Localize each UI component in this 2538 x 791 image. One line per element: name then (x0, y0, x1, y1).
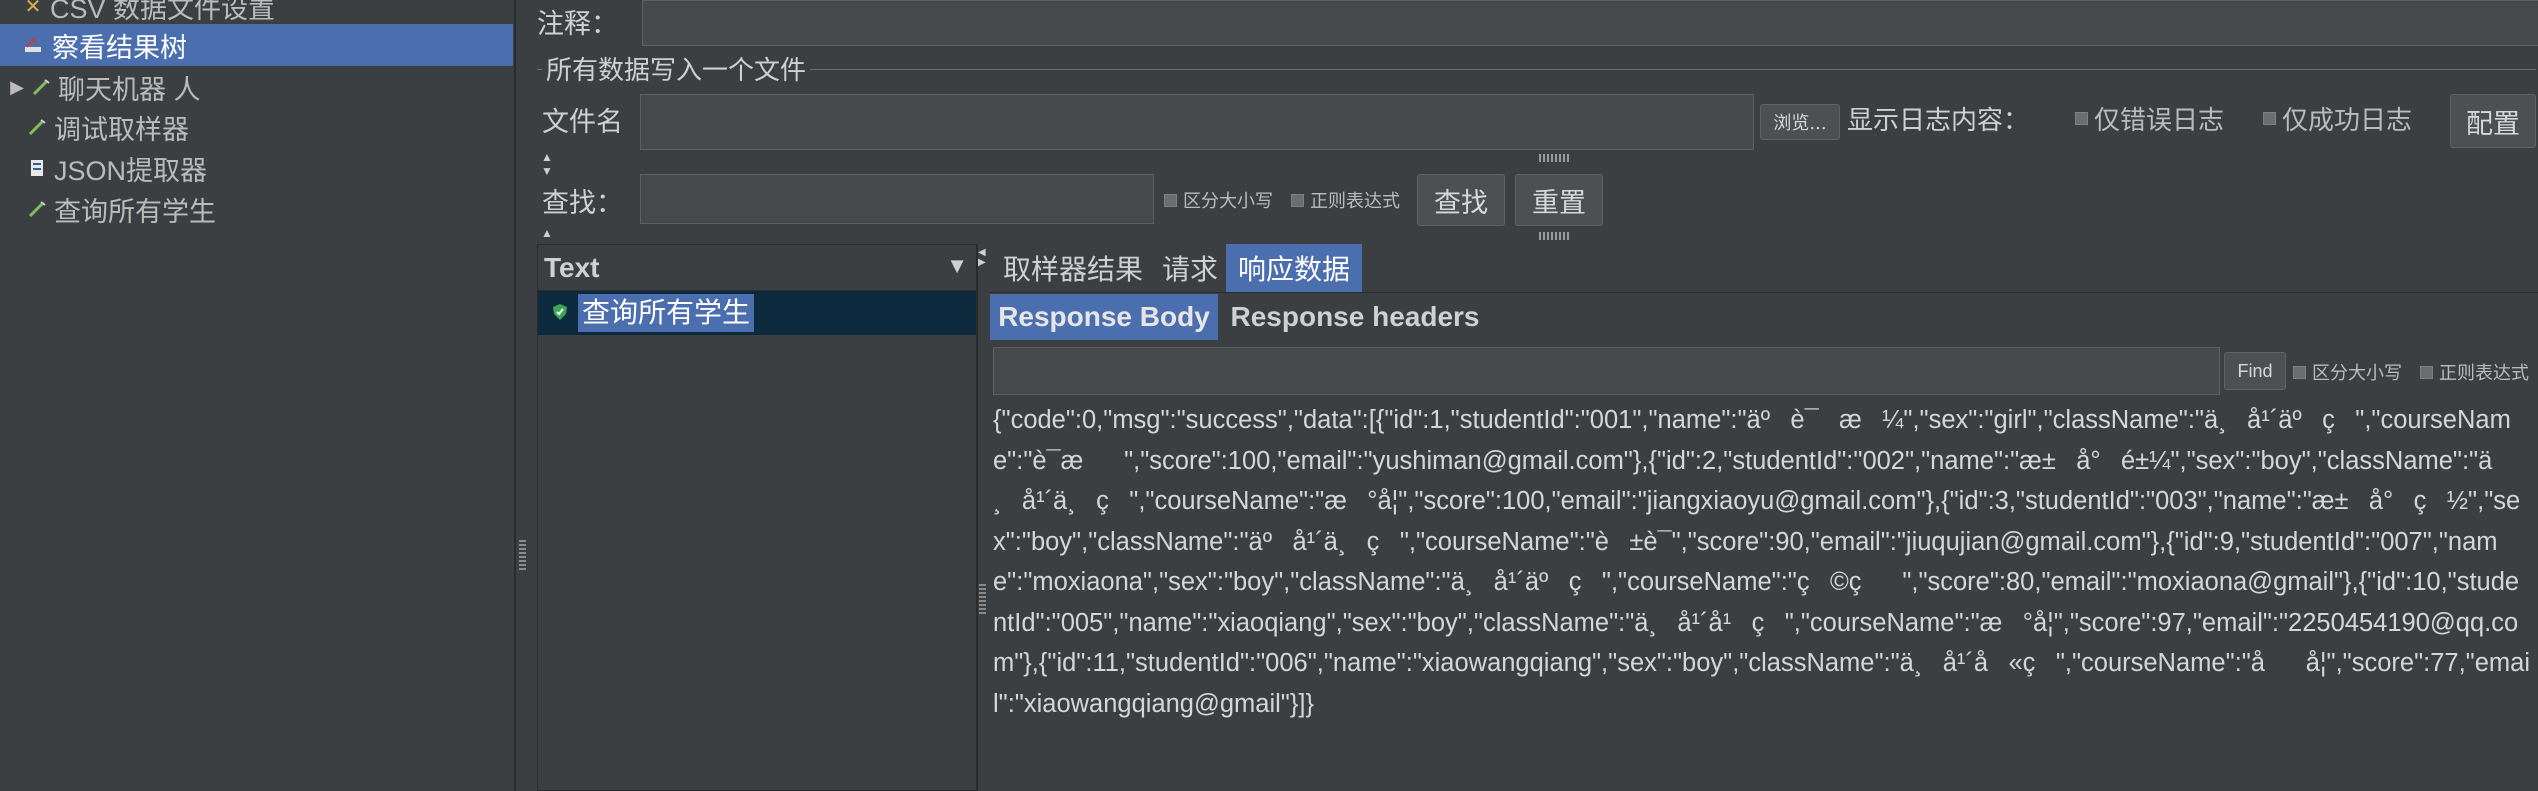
configure-button[interactable]: 配置 (2450, 94, 2536, 148)
filename-field[interactable] (640, 94, 1754, 150)
tree-item-label: JSON提取器 (54, 155, 208, 186)
search-label: 查找： (542, 188, 623, 219)
response-search-input[interactable] (993, 347, 2220, 395)
errors-only-checkbox[interactable]: 仅错误日志 (2075, 100, 2224, 137)
results-splitter[interactable]: ◀ ▶ (977, 244, 987, 791)
tab-response-data[interactable]: 响应数据 (1226, 244, 1362, 292)
find-button[interactable]: 查找 (1417, 174, 1505, 226)
comment-label: 注释： (537, 9, 618, 40)
regex-checkbox[interactable]: 正则表达式 (1291, 187, 1400, 213)
test-plan-tree: ✕ CSV 数据文件设置 察看结果树 ▶ 聊天机器 人 调试取样器 JSON提取… (0, 0, 515, 791)
csv-icon: ✕ (24, 0, 42, 18)
divider-grip[interactable] (1539, 154, 1569, 162)
tree-item-label: 调试取样器 (54, 114, 189, 145)
tab-sampler-result[interactable]: 取样器结果 (993, 246, 1153, 290)
response-regex-label: 正则表达式 (2439, 363, 2529, 384)
tab-response-body[interactable]: Response Body (990, 294, 1218, 340)
sampler-icon (30, 76, 52, 98)
collapse-arrows-icon[interactable]: ◀ ▶ (978, 248, 986, 268)
splitter-grip (979, 584, 986, 614)
expand-arrow-icon[interactable]: ▶ (10, 76, 24, 98)
tree-item-json-extractor[interactable]: JSON提取器 (26, 148, 207, 188)
comment-field[interactable] (642, 0, 2538, 46)
listener-icon (22, 34, 44, 56)
file-section-border (537, 69, 2536, 70)
errors-only-label: 仅错误日志 (2094, 106, 2225, 136)
tree-item-csv-data-set[interactable]: ✕ CSV 数据文件设置 (22, 0, 275, 26)
response-find-button[interactable]: Find (2224, 352, 2286, 390)
tree-item-label: 察看结果树 (50, 25, 189, 65)
file-section-title: 所有数据写入一个文件 (542, 50, 811, 87)
results-list-panel: Text ▼ 查询所有学生 (537, 244, 977, 791)
collapse-arrows-icon[interactable]: ▲ (541, 227, 553, 239)
success-only-label: 仅成功日志 (2282, 106, 2413, 136)
tab-response-headers[interactable]: Response headers (1222, 294, 1488, 340)
results-row-selected[interactable]: 查询所有学生 (538, 291, 976, 335)
success-only-checkbox[interactable]: 仅成功日志 (2263, 100, 2412, 137)
success-shield-icon (552, 303, 568, 326)
extractor-icon (26, 157, 48, 179)
checkbox-box (1291, 193, 1304, 207)
reset-button[interactable]: 重置 (1515, 174, 1603, 226)
response-regex-checkbox[interactable]: 正则表达式 (2420, 359, 2529, 385)
main-splitter[interactable] (515, 0, 529, 791)
tree-item-label: CSV 数据文件设置 (50, 0, 276, 24)
filename-label: 文件名 (542, 107, 623, 138)
search-input[interactable] (640, 174, 1154, 224)
response-case-checkbox[interactable]: 区分大小写 (2293, 359, 2402, 385)
sampler-icon (26, 198, 48, 220)
case-sensitive-label: 区分大小写 (1183, 191, 1273, 212)
splitter-grip (519, 540, 526, 570)
collapse-arrows-icon[interactable]: ▲ ▼ (541, 150, 553, 178)
tree-item-label: 查询所有学生 (54, 196, 216, 227)
checkbox-box (2263, 112, 2276, 125)
checkbox-box (2293, 365, 2306, 379)
result-item-label: 查询所有学生 (578, 294, 755, 332)
tree-item-chatbot[interactable]: ▶ 聊天机器 人 (10, 67, 201, 107)
tree-item-debug-sampler[interactable]: 调试取样器 (26, 107, 189, 147)
tree-item-view-results-tree[interactable]: 察看结果树 (22, 25, 189, 65)
checkbox-box (2420, 365, 2433, 379)
tree-item-query-all-students[interactable]: 查询所有学生 (26, 189, 216, 229)
tab-request[interactable]: 请求 (1158, 246, 1222, 290)
tree-item-label: 聊天机器 人 (58, 74, 201, 105)
regex-label: 正则表达式 (1310, 191, 1400, 212)
results-column-header[interactable]: Text ▼ (538, 245, 976, 291)
sort-dropdown-icon[interactable]: ▼ (946, 253, 968, 279)
response-body-text[interactable]: {"code":0,"msg":"success","data":[{"id":… (993, 400, 2533, 724)
checkbox-box (2075, 112, 2088, 125)
column-header-label: Text (544, 251, 600, 283)
divider-grip[interactable] (1539, 232, 1569, 240)
sampler-icon (26, 116, 48, 138)
response-case-label: 区分大小写 (2312, 363, 2402, 384)
log-content-label: 显示日志内容： (1847, 106, 2030, 136)
browse-button[interactable]: 浏览... (1760, 104, 1840, 140)
checkbox-box (1164, 193, 1177, 207)
tab-underline (990, 292, 2538, 293)
case-sensitive-checkbox[interactable]: 区分大小写 (1164, 187, 1273, 213)
